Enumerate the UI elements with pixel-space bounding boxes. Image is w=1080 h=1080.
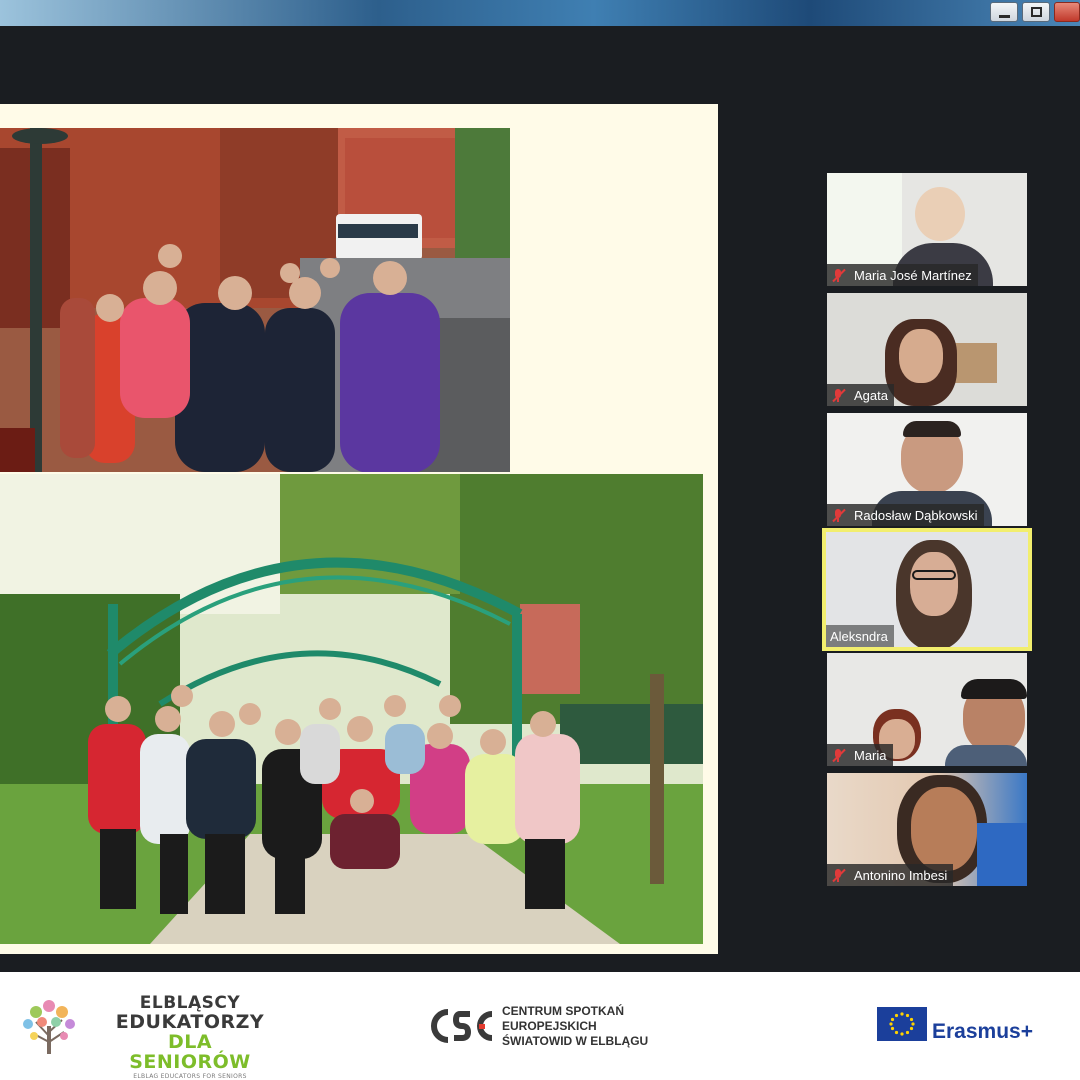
logo-line: DLA SENIORÓW	[129, 1031, 251, 1073]
participant-body	[945, 745, 1027, 766]
muted-microphone-icon	[831, 748, 846, 763]
participant-tile[interactable]: Antonino Imbesi	[827, 773, 1027, 886]
maximize-icon	[1031, 7, 1042, 17]
participant-name: Antonino Imbesi	[854, 867, 948, 883]
minimize-icon	[999, 15, 1010, 18]
maximize-button[interactable]	[1022, 2, 1050, 22]
participant-name-bar: Antonino Imbesi	[827, 864, 954, 886]
muted-microphone-icon	[831, 268, 846, 283]
participant-name-bar: Maria José Martínez	[827, 264, 978, 286]
participant-name: Maria José Martínez	[854, 267, 972, 283]
sponsor-footer: ELBLĄSCY EDUKATORZY DLA SENIORÓW ELBLAG …	[0, 972, 1080, 1080]
logo-line: ŚWIATOWID W ELBLĄGU	[502, 1034, 649, 1048]
logo-subtitle: ELBLAG EDUCATORS FOR SENIORS	[133, 1073, 247, 1080]
participant-name-bar: Aleksndra	[826, 625, 894, 647]
participant-name: Agata	[854, 387, 888, 403]
window-title-bar	[0, 0, 1080, 26]
participant-face	[911, 787, 977, 871]
logo-line: EUROPEJSKICH	[502, 1019, 597, 1033]
participant-face	[899, 329, 943, 383]
screenshot: Maria José Martínez Agata Radosław Dąbko…	[0, 0, 1080, 1080]
participant-hair	[903, 421, 961, 437]
muted-microphone-icon	[831, 388, 846, 403]
cse-logo-icon	[431, 1009, 493, 1043]
elblascy-edukatorzy-logo: ELBLĄSCY EDUKATORZY DLA SENIORÓW ELBLAG …	[110, 994, 270, 1080]
participant-name-bar: Agata	[827, 384, 894, 406]
meeting-area: Maria José Martínez Agata Radosław Dąbko…	[0, 26, 1080, 972]
participant-name: Radosław Dąbkowski	[854, 507, 978, 523]
participant-face	[910, 552, 958, 616]
glasses	[912, 570, 956, 580]
erasmus-plus-logo: Erasmus+	[932, 1020, 1033, 1043]
participant-tile[interactable]: Radosław Dąbkowski	[827, 413, 1027, 526]
logo-line: CENTRUM SPOTKAŃ	[502, 1004, 624, 1018]
close-button[interactable]	[1054, 2, 1080, 22]
participant-body	[977, 823, 1027, 886]
logo-line: ELBLĄSCY	[139, 993, 241, 1013]
muted-microphone-icon	[831, 508, 846, 523]
participant-tile[interactable]: Maria	[827, 653, 1027, 766]
participant-name: Aleksndra	[830, 628, 888, 644]
logo-line: EDUKATORZY	[115, 1011, 265, 1033]
minimize-button[interactable]	[990, 2, 1018, 22]
active-speaker-tile[interactable]: Aleksndra	[822, 528, 1032, 651]
cse-logo-text: CENTRUM SPOTKAŃ EUROPEJSKICH ŚWIATOWID W…	[502, 1004, 648, 1049]
participant-name: Maria	[854, 747, 887, 763]
shared-screen-slide	[0, 104, 718, 954]
participant-name-bar: Radosław Dąbkowski	[827, 504, 984, 526]
participant-name-bar: Maria	[827, 744, 893, 766]
participant-tile[interactable]: Maria José Martínez	[827, 173, 1027, 286]
eu-flag-icon	[877, 1007, 927, 1041]
muted-microphone-icon	[831, 868, 846, 883]
group-photo-old-town	[0, 128, 510, 472]
tree-logo-icon	[23, 1000, 75, 1054]
participant-hair	[961, 679, 1027, 699]
group-photo-park-arch	[0, 474, 703, 944]
participant-face	[915, 187, 965, 241]
participant-tile[interactable]: Agata	[827, 293, 1027, 406]
